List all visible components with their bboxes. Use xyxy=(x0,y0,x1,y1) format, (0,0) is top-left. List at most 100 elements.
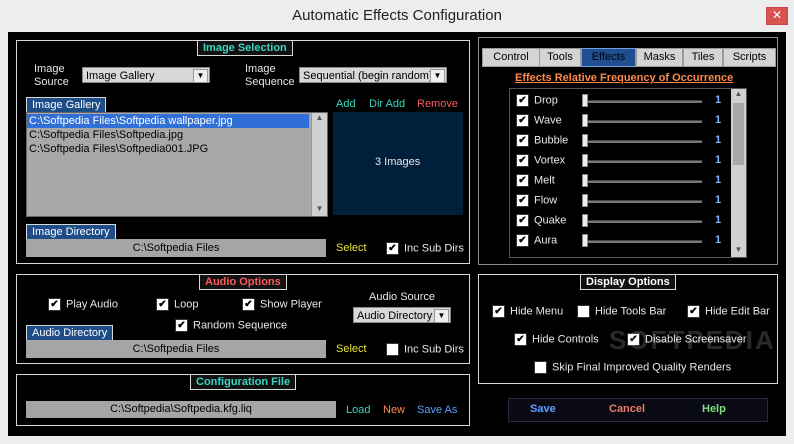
scroll-up-icon[interactable]: ▲ xyxy=(312,113,327,125)
effect-checkbox[interactable]: ✔ Flow xyxy=(516,194,557,207)
checkbox-empty-icon xyxy=(386,343,399,356)
checkmark-icon: ✔ xyxy=(516,174,529,187)
client-area: Image Selection Image Source Image Galle… xyxy=(8,32,786,436)
audio-source-dropdown[interactable]: Audio Directory ▼ xyxy=(353,307,451,323)
skip-final-renders-checkbox[interactable]: Skip Final Improved Quality Renders xyxy=(534,361,731,374)
frequency-slider-track[interactable] xyxy=(582,180,702,183)
show-player-checkbox[interactable]: ✔ Show Player xyxy=(242,298,322,311)
effect-checkbox[interactable]: ✔ Melt xyxy=(516,174,555,187)
add-button[interactable]: Add xyxy=(336,98,356,110)
effect-row-aura: ✔ Aura 1 xyxy=(510,231,740,251)
frequency-slider-track[interactable] xyxy=(582,240,702,243)
effect-checkbox[interactable]: ✔ Vortex xyxy=(516,154,565,167)
save-button[interactable]: Save xyxy=(530,403,556,415)
image-select-button[interactable]: Select xyxy=(336,242,367,254)
frequency-slider-track[interactable] xyxy=(582,100,702,103)
audio-directory-field[interactable]: C:\Softpedia Files xyxy=(26,340,326,358)
chevron-down-icon: ▼ xyxy=(434,309,449,323)
tab-tiles[interactable]: Tiles xyxy=(683,48,723,67)
dir-add-button[interactable]: Dir Add xyxy=(369,98,405,110)
audio-select-button[interactable]: Select xyxy=(336,343,367,355)
frequency-slider-track[interactable] xyxy=(582,140,702,143)
effect-checkbox[interactable]: ✔ Bubble xyxy=(516,134,568,147)
frequency-slider-thumb[interactable] xyxy=(582,154,588,167)
checkmark-icon: ✔ xyxy=(516,114,529,127)
hide-controls-checkbox[interactable]: ✔ Hide Controls xyxy=(514,333,599,346)
image-inc-sub-dirs-checkbox[interactable]: ✔ Inc Sub Dirs xyxy=(386,242,464,255)
image-selection-panel: Image Selection Image Source Image Galle… xyxy=(16,40,470,264)
title-bar: Automatic Effects Configuration ✕ xyxy=(0,0,794,32)
effect-row-drop: ✔ Drop 1 xyxy=(510,91,740,111)
hide-menu-checkbox[interactable]: ✔ Hide Menu xyxy=(492,305,563,318)
tab-control[interactable]: Control xyxy=(482,48,540,67)
help-button[interactable]: Help xyxy=(702,403,726,415)
image-sequence-dropdown[interactable]: Sequential (begin random) ▼ xyxy=(299,67,447,83)
image-selection-title: Image Selection xyxy=(197,40,293,56)
list-item[interactable]: C:\Softpedia Files\Softpedia wallpaper.j… xyxy=(27,114,309,128)
random-sequence-checkbox[interactable]: ✔ Random Sequence xyxy=(175,319,287,332)
configuration-file-title: Configuration File xyxy=(190,374,297,390)
frequency-slider-thumb[interactable] xyxy=(582,214,588,227)
effect-checkbox[interactable]: ✔ Quake xyxy=(516,214,566,227)
effects-scrollbar[interactable]: ▲ ▼ xyxy=(731,89,746,257)
tab-tools[interactable]: Tools xyxy=(539,48,581,67)
image-source-dropdown[interactable]: Image Gallery ▼ xyxy=(82,67,210,83)
effect-checkbox[interactable]: ✔ Drop xyxy=(516,94,558,107)
frequency-slider-track[interactable] xyxy=(582,220,702,223)
window-title: Automatic Effects Configuration xyxy=(292,7,502,24)
chevron-down-icon: ▼ xyxy=(193,69,208,83)
display-options-title: Display Options xyxy=(580,274,676,290)
list-item[interactable]: C:\Softpedia Files\Softpedia.jpg xyxy=(27,128,327,142)
scroll-up-icon[interactable]: ▲ xyxy=(731,89,746,101)
audio-source-label: Audio Source xyxy=(369,291,436,303)
loop-checkbox[interactable]: ✔ Loop xyxy=(156,298,198,311)
frequency-value: 1 xyxy=(715,134,722,146)
frequency-slider-track[interactable] xyxy=(582,160,702,163)
checkmark-icon: ✔ xyxy=(514,333,527,346)
frequency-slider-thumb[interactable] xyxy=(582,134,588,147)
frequency-slider-thumb[interactable] xyxy=(582,94,588,107)
image-directory-field[interactable]: C:\Softpedia Files xyxy=(26,239,326,257)
effect-checkbox[interactable]: ✔ Aura xyxy=(516,234,557,247)
checkbox-empty-icon xyxy=(534,361,547,374)
frequency-slider-thumb[interactable] xyxy=(582,114,588,127)
scroll-down-icon[interactable]: ▼ xyxy=(731,245,746,257)
image-source-label: Image Source xyxy=(34,63,69,88)
hide-edit-bar-checkbox[interactable]: ✔ Hide Edit Bar xyxy=(687,305,770,318)
watermark: SOFTPEDIA xyxy=(609,325,776,355)
image-preview-area: 3 Images xyxy=(333,112,463,215)
load-button[interactable]: Load xyxy=(346,404,370,416)
effect-row-vortex: ✔ Vortex 1 xyxy=(510,151,740,171)
effect-row-flow: ✔ Flow 1 xyxy=(510,191,740,211)
save-as-button[interactable]: Save As xyxy=(417,404,457,416)
effect-row-wave: ✔ Wave 1 xyxy=(510,111,740,131)
cancel-button[interactable]: Cancel xyxy=(609,403,645,415)
vertical-scrollbar[interactable]: ▲ ▼ xyxy=(311,113,327,216)
tab-effects[interactable]: Effects xyxy=(581,48,636,67)
audio-directory-caption: Audio Directory xyxy=(26,325,114,341)
effects-header: Effects Relative Frequency of Occurrence xyxy=(515,72,734,84)
effects-list: ✔ Drop 1 ✔ Wave 1 ✔ Bubble 1 ✔ Vortex 1 … xyxy=(509,88,747,258)
audio-inc-sub-dirs-checkbox[interactable]: Inc Sub Dirs xyxy=(386,343,464,356)
frequency-slider-thumb[interactable] xyxy=(582,234,588,247)
new-button[interactable]: New xyxy=(383,404,405,416)
frequency-slider-track[interactable] xyxy=(582,200,702,203)
tab-masks[interactable]: Masks xyxy=(636,48,683,67)
image-gallery-list[interactable]: C:\Softpedia Files\Softpedia wallpaper.j… xyxy=(26,112,328,217)
frequency-slider-thumb[interactable] xyxy=(582,194,588,207)
checkmark-icon: ✔ xyxy=(516,94,529,107)
config-file-field[interactable]: C:\Softpedia\Softpedia.kfg.liq xyxy=(26,401,336,418)
hide-tools-bar-checkbox[interactable]: Hide Tools Bar xyxy=(577,305,666,318)
scroll-down-icon[interactable]: ▼ xyxy=(312,204,327,216)
frequency-slider-thumb[interactable] xyxy=(582,174,588,187)
tabs-panel: Control Tools Effects Masks Tiles Script… xyxy=(478,37,778,265)
play-audio-checkbox[interactable]: ✔ Play Audio xyxy=(48,298,118,311)
frequency-slider-track[interactable] xyxy=(582,120,702,123)
scroll-thumb[interactable] xyxy=(733,103,744,165)
close-button[interactable]: ✕ xyxy=(766,7,788,25)
checkmark-icon: ✔ xyxy=(386,242,399,255)
list-item[interactable]: C:\Softpedia Files\Softpedia001.JPG xyxy=(27,142,327,156)
effect-checkbox[interactable]: ✔ Wave xyxy=(516,114,562,127)
tab-scripts[interactable]: Scripts xyxy=(723,48,776,67)
remove-button[interactable]: Remove xyxy=(417,98,458,110)
